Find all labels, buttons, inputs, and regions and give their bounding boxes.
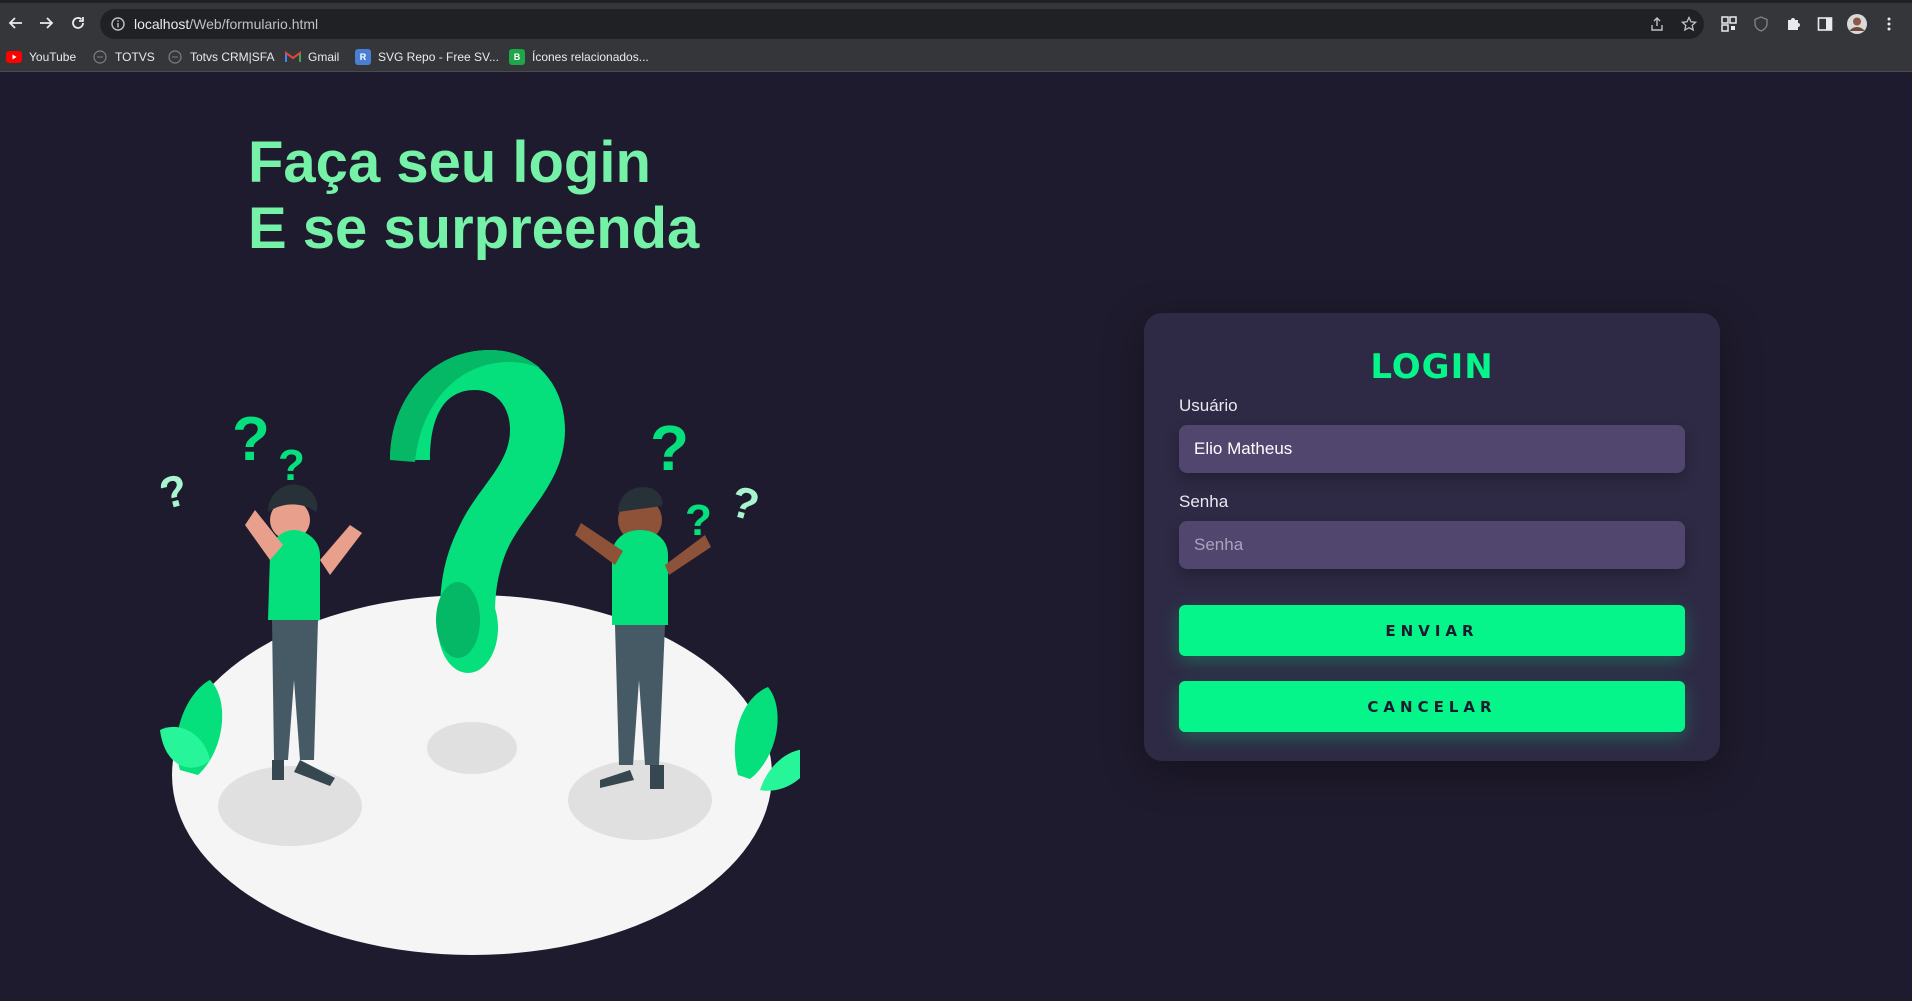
bookmark-star-icon[interactable] xyxy=(1680,15,1698,33)
reload-icon xyxy=(72,17,84,29)
side-panel-icon[interactable] xyxy=(1814,13,1836,35)
user-input[interactable] xyxy=(1179,425,1685,473)
svg-text:?: ? xyxy=(650,412,689,484)
url-host: localhost xyxy=(134,16,190,32)
confused-people-illustration: ? ? ? ? ? ? xyxy=(160,350,800,955)
password-label: Senha xyxy=(1179,492,1229,511)
page-headline: Faça seu login E se surpreenda xyxy=(248,130,699,262)
svg-text:?: ? xyxy=(726,477,765,531)
svgrepo-icon: R xyxy=(355,49,371,65)
password-input[interactable] xyxy=(1179,521,1685,569)
bookmark-youtube[interactable]: YouTube xyxy=(6,48,76,66)
bookmark-svgrepo[interactable]: R SVG Repo - Free SV... xyxy=(355,48,499,66)
bookmark-icones[interactable]: B Ícones relacionados... xyxy=(509,48,649,66)
bookmark-label: Ícones relacionados... xyxy=(532,50,649,64)
bookmark-label: TOTVS xyxy=(115,50,155,64)
svg-text:?: ? xyxy=(232,405,270,474)
reload-button[interactable] xyxy=(64,9,92,37)
bookmark-gmail[interactable]: Gmail xyxy=(285,48,339,66)
gmail-icon xyxy=(285,49,301,65)
login-title: LOGIN xyxy=(1370,347,1494,387)
forward-button[interactable] xyxy=(32,9,60,37)
menu-kebab-icon[interactable] xyxy=(1878,13,1900,35)
shield-icon[interactable] xyxy=(1750,13,1772,35)
headline-line-2: E se surpreenda xyxy=(248,196,700,261)
globe-icon xyxy=(167,49,183,65)
youtube-icon xyxy=(6,49,22,65)
globe-icon xyxy=(92,49,108,65)
back-button[interactable] xyxy=(2,9,30,37)
profile-avatar[interactable] xyxy=(1846,13,1868,35)
address-bar[interactable]: localhost/Web/formulario.html xyxy=(100,9,1704,39)
svg-text:?: ? xyxy=(160,465,193,519)
url-path: /Web/formulario.html xyxy=(189,16,319,32)
arrow-left-icon xyxy=(8,17,22,29)
url-text: localhost/Web/formulario.html xyxy=(134,16,318,32)
arrow-right-icon xyxy=(40,17,54,29)
share-icon[interactable] xyxy=(1648,15,1666,33)
bookmark-label: Totvs CRM|SFA xyxy=(190,50,275,64)
browser-toolbar: localhost/Web/formulario.html xyxy=(0,0,1912,42)
bookmark-label: SVG Repo - Free SV... xyxy=(378,50,499,64)
bookmark-totvs[interactable]: TOTVS xyxy=(92,48,155,66)
bookmarks-bar: YouTube TOTVS Totvs CRM|SFA Gmail R SVG … xyxy=(0,42,1912,72)
headline-line-1: Faça seu login xyxy=(248,130,651,195)
cancel-button[interactable]: CANCELAR xyxy=(1179,681,1685,732)
login-card: LOGIN Usuário Senha ENVIAR CANCELAR xyxy=(1144,313,1720,761)
bookmark-totvs-crm[interactable]: Totvs CRM|SFA xyxy=(167,48,274,66)
svg-text:?: ? xyxy=(685,496,712,545)
bookmark-label: YouTube xyxy=(29,50,77,64)
qr-code-icon[interactable] xyxy=(1718,13,1740,35)
user-label: Usuário xyxy=(1179,396,1238,415)
extensions-puzzle-icon[interactable] xyxy=(1782,13,1804,35)
svg-text:?: ? xyxy=(278,441,305,490)
site-info-icon[interactable] xyxy=(110,16,126,37)
bookmark-label: Gmail xyxy=(308,50,340,64)
submit-button[interactable]: ENVIAR xyxy=(1179,605,1685,656)
green-icon: B xyxy=(509,49,525,65)
